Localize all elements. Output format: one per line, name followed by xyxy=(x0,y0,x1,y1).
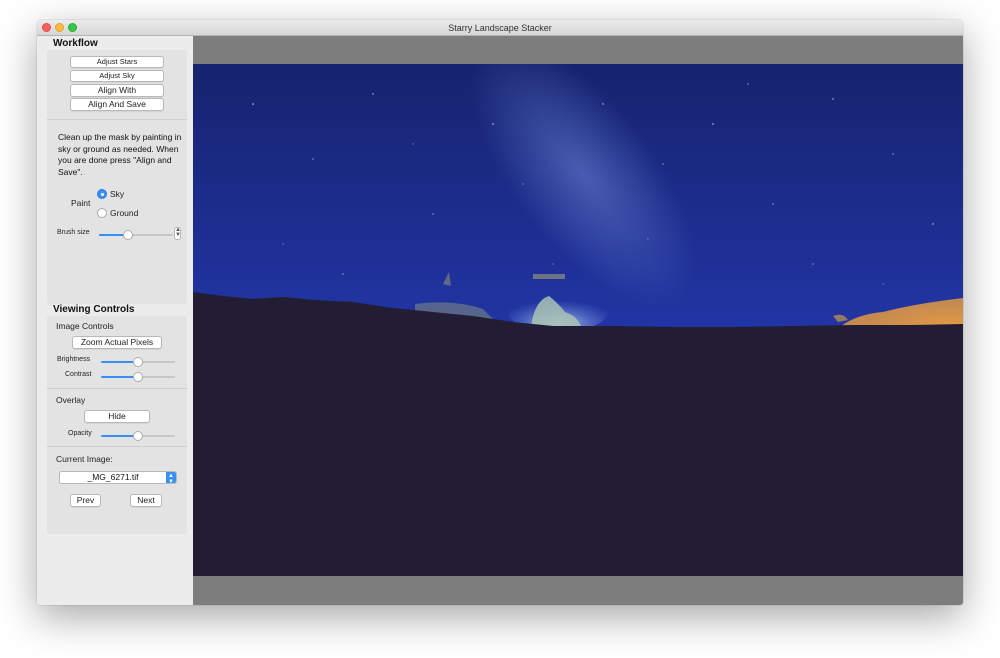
align-with-button[interactable]: Align With xyxy=(70,84,164,97)
prev-button[interactable]: Prev xyxy=(70,494,101,507)
brightness-label: Brightness xyxy=(57,356,91,363)
contrast-slider[interactable] xyxy=(101,372,175,382)
image-controls-heading: Image Controls xyxy=(56,321,114,331)
brightness-knob[interactable] xyxy=(133,357,143,367)
app-window: Starry Landscape Stacker Workflow Adjust… xyxy=(37,20,963,605)
paint-ground-radio[interactable] xyxy=(97,208,107,218)
opacity-label: Opacity xyxy=(68,430,92,437)
viewing-controls-heading: Viewing Controls xyxy=(53,304,135,315)
brush-size-slider[interactable] xyxy=(99,230,173,240)
paint-sky-label[interactable]: Sky xyxy=(110,189,124,199)
divider xyxy=(47,119,187,120)
brush-size-label: Brush size xyxy=(57,229,90,236)
instructions-text: Clean up the mask by painting in sky or … xyxy=(58,132,182,177)
contrast-knob[interactable] xyxy=(133,372,143,382)
night-sky-photo[interactable] xyxy=(193,64,963,576)
title-bar[interactable]: Starry Landscape Stacker xyxy=(37,20,963,36)
paint-label: Paint xyxy=(71,198,91,208)
window-title: Starry Landscape Stacker xyxy=(448,23,552,33)
opacity-slider[interactable] xyxy=(101,431,175,441)
current-image-value: _MG_6271.tif xyxy=(87,472,139,482)
divider xyxy=(47,388,187,389)
contrast-label: Contrast xyxy=(65,371,92,378)
brightness-slider[interactable] xyxy=(101,357,175,367)
align-and-save-button[interactable]: Align And Save xyxy=(70,98,164,111)
opacity-knob[interactable] xyxy=(133,431,143,441)
brush-size-knob[interactable] xyxy=(123,230,133,240)
brush-size-stepper[interactable]: ▲ ▼ xyxy=(174,227,181,240)
divider xyxy=(47,446,187,447)
hide-overlay-button[interactable]: Hide xyxy=(84,410,150,423)
current-image-select[interactable]: _MG_6271.tif ▲ ▼ xyxy=(59,471,177,485)
adjust-sky-button[interactable]: Adjust Sky xyxy=(70,70,164,82)
overlay-heading: Overlay xyxy=(56,395,86,405)
night-landscape-image xyxy=(193,64,963,576)
workflow-heading: Workflow xyxy=(53,38,98,49)
sidebar: Workflow Adjust Stars Adjust Sky Align W… xyxy=(37,36,193,605)
paint-ground-label[interactable]: Ground xyxy=(110,208,138,218)
paint-sky-radio[interactable] xyxy=(97,189,107,199)
image-viewer[interactable] xyxy=(193,36,963,605)
current-image-label: Current Image: xyxy=(56,454,113,464)
next-button[interactable]: Next xyxy=(130,494,162,507)
chevron-updown-icon: ▲ ▼ xyxy=(166,472,176,485)
adjust-stars-button[interactable]: Adjust Stars xyxy=(70,56,164,68)
zoom-actual-pixels-button[interactable]: Zoom Actual Pixels xyxy=(72,336,162,349)
